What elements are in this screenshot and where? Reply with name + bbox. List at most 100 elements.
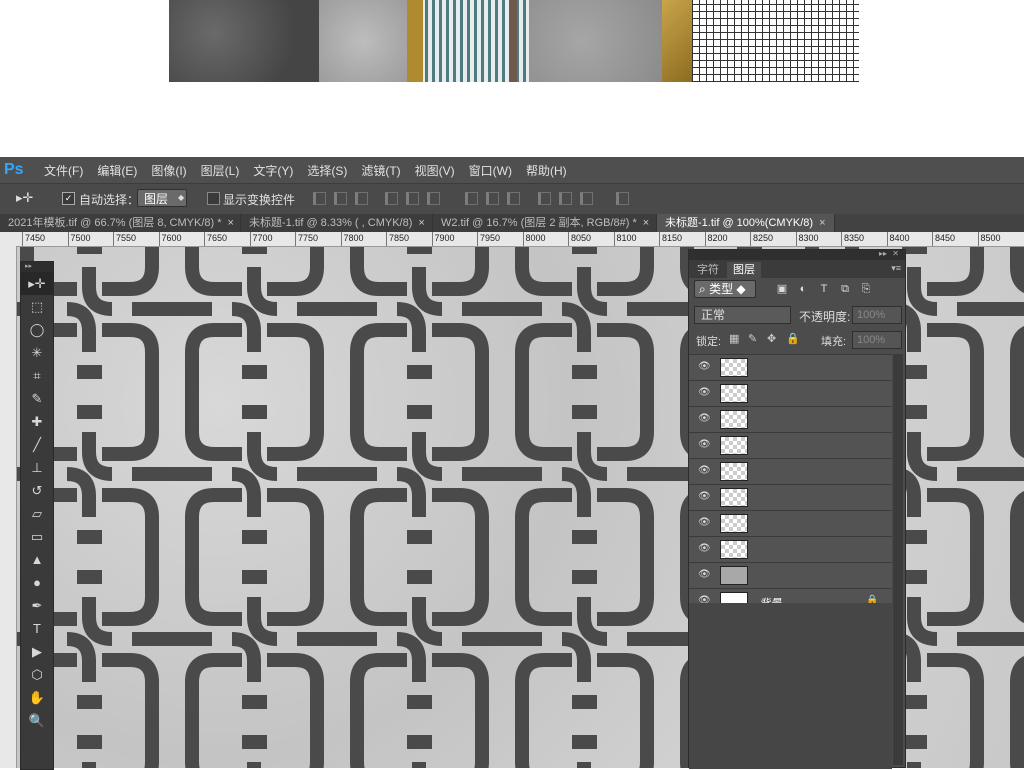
type-tool-icon[interactable]: T	[21, 617, 53, 640]
fill-input[interactable]: 100%	[852, 331, 902, 349]
visibility-eye-icon[interactable]: 👁	[698, 466, 711, 476]
layer-row[interactable]: 👁	[689, 562, 892, 588]
close-panel-icon[interactable]: ✕	[892, 249, 899, 258]
align-top-icon[interactable]	[313, 192, 326, 205]
eraser-tool-icon[interactable]: ▱	[21, 502, 53, 525]
close-icon[interactable]: ×	[643, 217, 649, 229]
visibility-eye-icon[interactable]: 👁	[698, 518, 711, 528]
blur-tool-icon[interactable]: ▲	[21, 548, 53, 571]
visibility-eye-icon[interactable]: 👁	[698, 492, 711, 502]
visibility-eye-icon[interactable]: 👁	[698, 544, 711, 554]
menu-select[interactable]: 选择(S)	[307, 162, 347, 179]
panel-menu-icon[interactable]: ▾≡	[891, 263, 901, 274]
gradient-tool-icon[interactable]: ▭	[21, 525, 53, 548]
magic-wand-tool-icon[interactable]: ✳	[21, 341, 53, 364]
dodge-tool-icon[interactable]: ●	[21, 571, 53, 594]
show-transform-checkbox[interactable]	[207, 192, 220, 205]
layer-row[interactable]: 👁	[689, 380, 892, 406]
opacity-input[interactable]: 100%	[852, 306, 902, 324]
adjustment-filter-icon[interactable]: ◐	[797, 283, 809, 295]
menu-view[interactable]: 视图(V)	[415, 162, 455, 179]
doc-tab-active[interactable]: 未标题-1.tif @ 100%(CMYK/8) ×	[657, 214, 835, 232]
align-left-icon[interactable]	[385, 192, 398, 205]
close-icon[interactable]: ×	[819, 217, 825, 229]
lasso-tool-icon[interactable]: ◯	[21, 318, 53, 341]
pixel-filter-icon[interactable]: ▣	[776, 283, 788, 295]
layer-thumbnail[interactable]	[720, 436, 748, 455]
menu-edit[interactable]: 编辑(E)	[97, 162, 137, 179]
menu-type[interactable]: 文字(Y)	[253, 162, 293, 179]
pen-tool-icon[interactable]: ✒	[21, 594, 53, 617]
layer-thumbnail[interactable]	[720, 410, 748, 429]
auto-select-checkbox[interactable]: ✓	[62, 192, 75, 205]
visibility-eye-icon[interactable]: 👁	[698, 414, 711, 424]
type-filter-icon[interactable]: T	[818, 283, 830, 295]
visibility-eye-icon[interactable]: 👁	[698, 570, 711, 580]
move-tool-icon[interactable]: ▸✛	[21, 272, 53, 295]
layer-thumbnail[interactable]	[720, 488, 748, 507]
horizontal-ruler[interactable]: 7450 7500 7550 7600 7650 7700 7750 7800 7850 7900…	[16, 232, 1024, 247]
layer-row[interactable]: 👁	[689, 536, 892, 562]
layer-row[interactable]: 👁	[689, 458, 892, 484]
brush-tool-icon[interactable]: ╱	[21, 433, 53, 456]
move-tool-icon[interactable]: ▸✛	[16, 190, 42, 208]
history-brush-tool-icon[interactable]: ↺	[21, 479, 53, 502]
layer-list-empty-area[interactable]	[689, 603, 892, 769]
menu-layer[interactable]: 图层(L)	[201, 162, 240, 179]
layer-thumbnail[interactable]	[720, 384, 748, 403]
collapse-icon[interactable]: ▸▸	[879, 249, 887, 258]
menu-image[interactable]: 图像(I)	[151, 162, 186, 179]
crop-tool-icon[interactable]: ⌗	[21, 364, 53, 387]
vertical-ruler[interactable]	[0, 246, 17, 768]
align-hcenter-icon[interactable]	[406, 192, 419, 205]
layer-thumbnail[interactable]	[720, 358, 748, 377]
stamp-tool-icon[interactable]: ⊥	[21, 456, 53, 479]
menu-help[interactable]: 帮助(H)	[526, 162, 567, 179]
lock-position-icon[interactable]: ✥	[767, 333, 779, 345]
tab-character[interactable]: 字符	[691, 262, 725, 278]
doc-tab[interactable]: 2021年模板.tif @ 66.7% (图层 8, CMYK/8) * ×	[0, 214, 241, 232]
healing-tool-icon[interactable]: ✚	[21, 410, 53, 433]
zoom-tool-icon[interactable]: 🔍	[21, 709, 53, 732]
marquee-tool-icon[interactable]: ⬚	[21, 295, 53, 318]
menu-file[interactable]: 文件(F)	[44, 162, 83, 179]
distribute-bottom-icon[interactable]	[507, 192, 520, 205]
lock-transparent-icon[interactable]: ▦	[729, 333, 741, 345]
tab-layers[interactable]: 图层	[727, 262, 761, 278]
visibility-eye-icon[interactable]: 👁	[698, 440, 711, 450]
path-select-tool-icon[interactable]: ▶	[21, 640, 53, 663]
eyedropper-tool-icon[interactable]: ✎	[21, 387, 53, 410]
close-icon[interactable]: ×	[418, 217, 424, 229]
menu-window[interactable]: 窗口(W)	[469, 162, 512, 179]
layer-row[interactable]: 👁	[689, 432, 892, 458]
layer-thumbnail[interactable]	[720, 540, 748, 559]
smart-object-filter-icon[interactable]: ⎘	[860, 283, 872, 295]
shape-tool-icon[interactable]: ⬡	[21, 663, 53, 686]
layer-filter-dropdown[interactable]: ⌕ 类型 ◆	[694, 280, 756, 298]
menu-filter[interactable]: 滤镜(T)	[361, 162, 400, 179]
layer-row[interactable]: 👁	[689, 406, 892, 432]
lock-all-icon[interactable]: 🔒	[786, 333, 800, 345]
align-bottom-icon[interactable]	[355, 192, 368, 205]
visibility-eye-icon[interactable]: 👁	[698, 362, 711, 372]
layer-thumbnail[interactable]	[720, 566, 748, 585]
layer-row[interactable]: 👁	[689, 354, 892, 380]
layer-row[interactable]: 👁	[689, 510, 892, 536]
lock-image-icon[interactable]: ✎	[748, 333, 760, 345]
doc-tab[interactable]: W2.tif @ 16.7% (图层 2 副本, RGB/8#) * ×	[433, 214, 657, 232]
align-right-icon[interactable]	[427, 192, 440, 205]
layer-thumbnail[interactable]	[720, 462, 748, 481]
shape-filter-icon[interactable]: ⧉	[839, 283, 851, 295]
distribute-hcenter-icon[interactable]	[559, 192, 572, 205]
blend-mode-dropdown[interactable]: 正常	[694, 306, 791, 324]
distribute-top-icon[interactable]	[465, 192, 478, 205]
layer-thumbnail[interactable]	[720, 514, 748, 533]
layers-panel-header[interactable]: ▸▸ ✕	[689, 249, 905, 260]
doc-tab[interactable]: 未标题-1.tif @ 8.33% ( , CMYK/8) ×	[241, 214, 433, 232]
distribute-vcenter-icon[interactable]	[486, 192, 499, 205]
layer-row[interactable]: 👁	[689, 484, 892, 510]
visibility-eye-icon[interactable]: 👁	[698, 388, 711, 398]
layer-list-scrollbar[interactable]	[893, 354, 903, 765]
distribute-left-icon[interactable]	[538, 192, 551, 205]
tools-panel-header[interactable]: ▸▸	[21, 262, 53, 272]
